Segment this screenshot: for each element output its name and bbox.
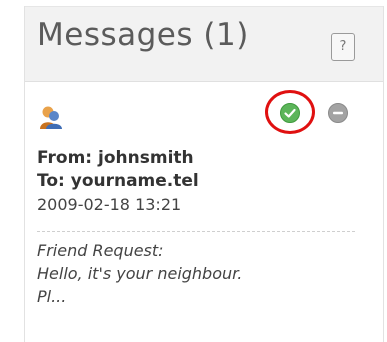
user-icon xyxy=(40,106,62,129)
message-item[interactable]: From: johnsmith To: yourname.tel 2009-02… xyxy=(25,82,383,342)
message-sender: From: johnsmith xyxy=(37,148,194,168)
divider xyxy=(37,231,355,232)
help-button[interactable]: ? xyxy=(331,33,355,61)
panel-title: Messages (1) xyxy=(37,17,249,53)
message-preview-line: Pl... xyxy=(37,287,67,306)
messages-panel: Messages (1) ? From: johnsmith To: yourn… xyxy=(24,6,384,342)
panel-header: Messages (1) ? xyxy=(25,6,383,82)
message-preview-line: Hello, it's your neighbour. xyxy=(37,264,243,283)
message-recipient: To: yourname.tel xyxy=(37,171,199,191)
message-timestamp: 2009-02-18 13:21 xyxy=(37,195,182,214)
decline-button[interactable] xyxy=(328,103,348,123)
message-preview-line: Friend Request: xyxy=(37,241,164,260)
message-preview: Friend Request: Hello, it's your neighbo… xyxy=(37,239,367,308)
check-circle-icon xyxy=(280,103,300,123)
accept-button[interactable] xyxy=(280,103,300,123)
minus-circle-icon xyxy=(328,103,348,123)
